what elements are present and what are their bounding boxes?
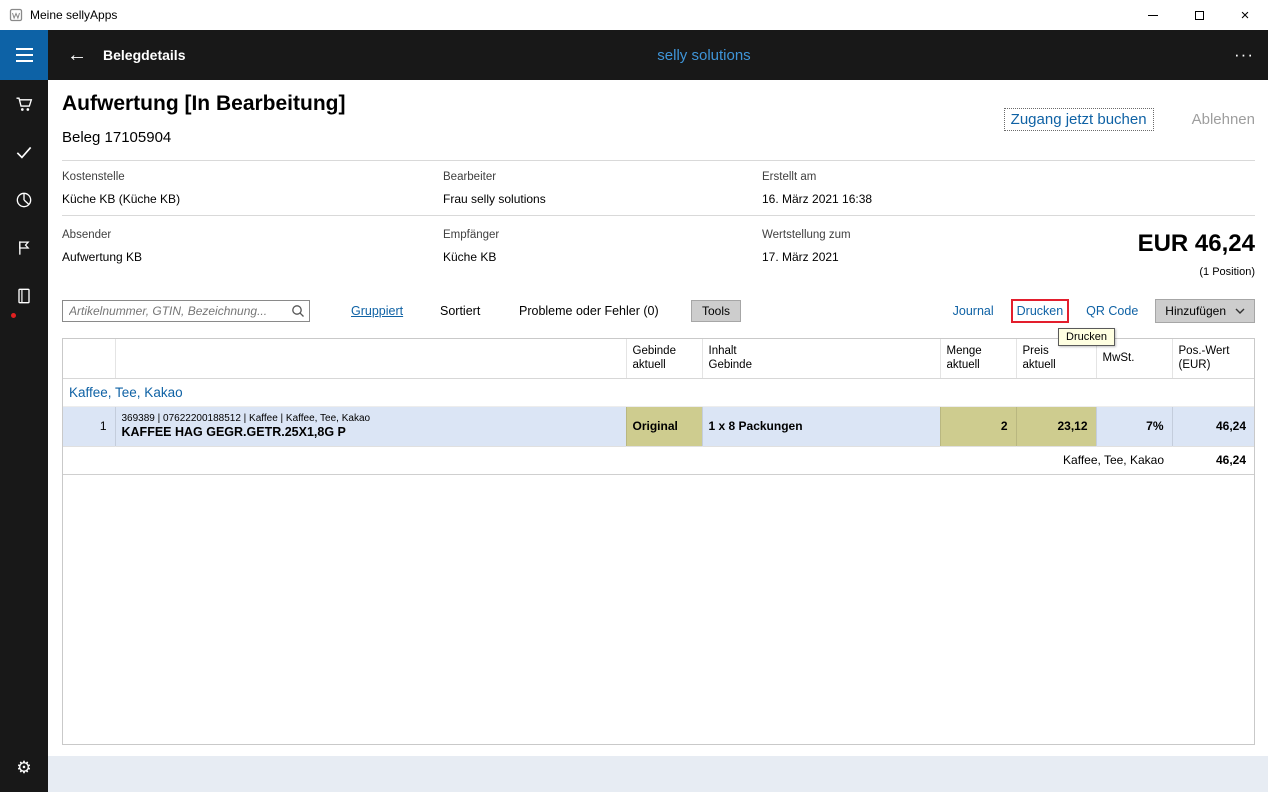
grouped-link[interactable]: Gruppiert xyxy=(351,304,403,318)
article-meta: 369389 | 07622200188512 | Kaffee | Kaffe… xyxy=(122,412,620,425)
document-number: Beleg 17105904 xyxy=(62,129,171,146)
back-icon: ← xyxy=(67,44,87,67)
reject-link[interactable]: Ablehnen xyxy=(1192,111,1255,128)
table-row[interactable]: 1 369389 | 07622200188512 | Kaffee | Kaf… xyxy=(63,406,1254,446)
gear-icon: ⚙ xyxy=(16,758,31,778)
more-icon: ··· xyxy=(1234,45,1254,65)
search-icon[interactable] xyxy=(291,304,305,323)
minimize-icon xyxy=(1148,15,1158,16)
brand-text: selly solutions xyxy=(140,30,1268,80)
header-pos xyxy=(63,339,115,378)
app-bar: ← Belegdetails selly solutions ··· xyxy=(0,30,1268,80)
position-count: (1 Position) xyxy=(1199,266,1255,278)
more-button[interactable]: ··· xyxy=(1234,30,1254,80)
label-wertstellung: Wertstellung zum xyxy=(762,229,851,241)
row-article: 369389 | 07622200188512 | Kaffee | Kaffe… xyxy=(115,406,626,446)
label-kostenstelle: Kostenstelle xyxy=(62,171,125,183)
label-absender: Absender xyxy=(62,229,111,241)
print-tooltip: Drucken xyxy=(1058,328,1115,346)
value-wertstellung: 17. März 2021 xyxy=(762,250,839,264)
search-input[interactable] xyxy=(62,300,310,322)
row-position: 1 xyxy=(63,406,115,446)
sidebar-item-journal[interactable] xyxy=(0,272,48,320)
cell-mwst: 7% xyxy=(1096,406,1172,446)
back-button[interactable]: ← xyxy=(58,30,96,80)
sidebar-item-settings[interactable]: ⚙ xyxy=(0,750,48,786)
label-empfaenger: Empfänger xyxy=(443,229,499,241)
sidebar-item-reports[interactable] xyxy=(0,176,48,224)
group-row[interactable]: Kaffee, Tee, Kakao xyxy=(63,378,1254,406)
cell-menge[interactable]: 2 xyxy=(940,406,1016,446)
menu-button[interactable] xyxy=(0,30,48,80)
header-actions: Zugang jetzt buchen Ablehnen xyxy=(1004,108,1255,131)
divider xyxy=(62,160,1255,161)
table-empty-area xyxy=(63,474,1254,744)
flag-icon xyxy=(14,238,34,258)
maximize-icon xyxy=(1195,11,1204,20)
pie-chart-icon xyxy=(14,190,34,210)
book-icon xyxy=(14,286,34,306)
document-title: Aufwertung [In Bearbeitung] xyxy=(62,92,345,116)
minimize-button[interactable] xyxy=(1130,0,1176,30)
search-box xyxy=(62,300,310,322)
value-absender: Aufwertung KB xyxy=(62,250,142,264)
window-title: Meine sellyApps xyxy=(30,8,117,22)
chevron-down-icon xyxy=(1235,308,1245,314)
add-button[interactable]: Hinzufügen xyxy=(1155,299,1255,323)
sorted-link[interactable]: Sortiert xyxy=(440,304,480,318)
window-controls: × xyxy=(1130,0,1268,30)
toolbar-right: Journal Drucken QR Code Hinzufügen xyxy=(953,299,1255,323)
menu-icon xyxy=(16,48,33,50)
print-link[interactable]: Drucken xyxy=(1017,304,1064,318)
value-erstellt-am: 16. März 2021 16:38 xyxy=(762,192,872,206)
sidebar-item-approve[interactable] xyxy=(0,128,48,176)
app-icon xyxy=(9,8,23,22)
article-name: KAFFEE HAG GEGR.GETR.25X1,8G P xyxy=(122,425,620,440)
maximize-button[interactable] xyxy=(1176,0,1222,30)
cell-inhalt: 1 x 8 Packungen xyxy=(702,406,940,446)
value-empfaenger: Küche KB xyxy=(443,250,496,264)
divider xyxy=(62,215,1255,216)
header-gebinde: Gebinde aktuell xyxy=(626,339,702,378)
check-icon xyxy=(14,142,34,162)
sidebar: ⚙ xyxy=(0,80,48,792)
book-access-link[interactable]: Zugang jetzt buchen xyxy=(1004,108,1154,131)
annotation-highlight: Drucken xyxy=(1011,299,1070,323)
window-titlebar: Meine sellyApps × xyxy=(0,0,1268,30)
header-inhalt: Inhalt Gebinde xyxy=(702,339,940,378)
close-button[interactable]: × xyxy=(1222,0,1268,30)
notification-dot xyxy=(11,313,16,318)
label-erstellt-am: Erstellt am xyxy=(762,171,816,183)
close-icon: × xyxy=(1241,7,1250,24)
total-amount: EUR 46,24 xyxy=(1138,230,1255,258)
cell-wert: 46,24 xyxy=(1172,406,1254,446)
cart-icon xyxy=(14,94,34,114)
sidebar-item-offers[interactable] xyxy=(0,224,48,272)
qr-code-link[interactable]: QR Code xyxy=(1086,304,1138,318)
value-bearbeiter: Frau selly solutions xyxy=(443,192,546,206)
positions-table: Gebinde aktuell Inhalt Gebinde Menge akt… xyxy=(62,338,1255,745)
footer-band xyxy=(48,756,1268,792)
header-article xyxy=(115,339,626,378)
sidebar-item-cart[interactable] xyxy=(0,80,48,128)
label-bearbeiter: Bearbeiter xyxy=(443,171,496,183)
summary-label: Kaffee, Tee, Kakao xyxy=(63,446,1172,474)
group-label: Kaffee, Tee, Kakao xyxy=(63,378,1254,406)
group-summary-row: Kaffee, Tee, Kakao 46,24 xyxy=(63,446,1254,474)
cell-gebinde[interactable]: Original xyxy=(626,406,702,446)
add-button-label: Hinzufügen xyxy=(1165,304,1226,318)
problems-link[interactable]: Probleme oder Fehler (0) xyxy=(519,304,659,318)
cell-preis[interactable]: 23,12 xyxy=(1016,406,1096,446)
header-wert: Pos.-Wert (EUR) xyxy=(1172,339,1254,378)
header-menge: Menge aktuell xyxy=(940,339,1016,378)
value-kostenstelle: Küche KB (Küche KB) xyxy=(62,192,180,206)
tools-button[interactable]: Tools xyxy=(691,300,741,322)
summary-value: 46,24 xyxy=(1172,446,1254,474)
journal-link[interactable]: Journal xyxy=(953,304,994,318)
